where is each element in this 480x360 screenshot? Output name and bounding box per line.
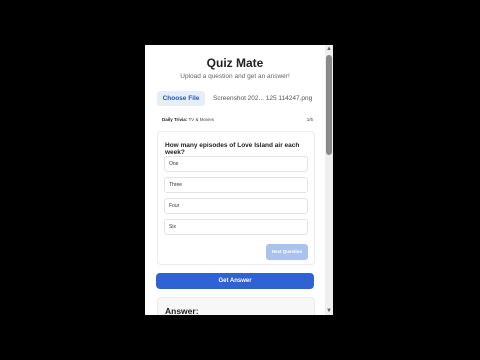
answer-option[interactable]: Six [164, 219, 308, 235]
answer-option[interactable]: Three [164, 177, 308, 193]
get-answer-button[interactable]: Get Answer [156, 273, 314, 289]
scrollbar-thumb[interactable] [326, 55, 332, 155]
scroll-down-icon[interactable]: ▼ [326, 308, 332, 314]
choose-file-button[interactable]: Choose File [157, 91, 205, 106]
app-subtitle: Upload a question and get an answer! [180, 73, 290, 80]
selected-file-name: Screenshot 202... 125 114247.png [213, 95, 313, 102]
answer-heading: Answer: [165, 306, 199, 315]
answer-card: Answer: [157, 297, 315, 315]
question-progress: 1/5 [306, 117, 313, 122]
quiz-meta: Daily Trivia: TV & Movies 1/5 [157, 117, 313, 125]
app-title: Quiz Mate [206, 56, 264, 70]
category-value: TV & Movies [188, 117, 214, 122]
answer-option[interactable]: Four [164, 198, 308, 214]
quiz-mate-app: Quiz Mate Upload a question and get an a… [145, 45, 325, 315]
answer-option[interactable]: One [164, 156, 308, 172]
question-text: How many episodes of Love Island air eac… [165, 142, 300, 156]
vertical-scrollbar[interactable]: ▲ ▼ [325, 45, 333, 315]
category-label: Daily Trivia: [162, 117, 188, 122]
category: Daily Trivia: TV & Movies [162, 117, 214, 122]
next-question-button[interactable]: Next Question [266, 244, 308, 260]
scroll-up-icon[interactable]: ▲ [326, 46, 332, 52]
option-label: Four [169, 203, 180, 209]
option-label: Three [169, 182, 183, 188]
quiz-card: How many episodes of Love Island air eac… [157, 131, 315, 265]
file-upload-row: Choose File Screenshot 202... 125 114247… [157, 91, 317, 107]
option-label: One [169, 161, 179, 167]
option-label: Six [169, 224, 176, 230]
